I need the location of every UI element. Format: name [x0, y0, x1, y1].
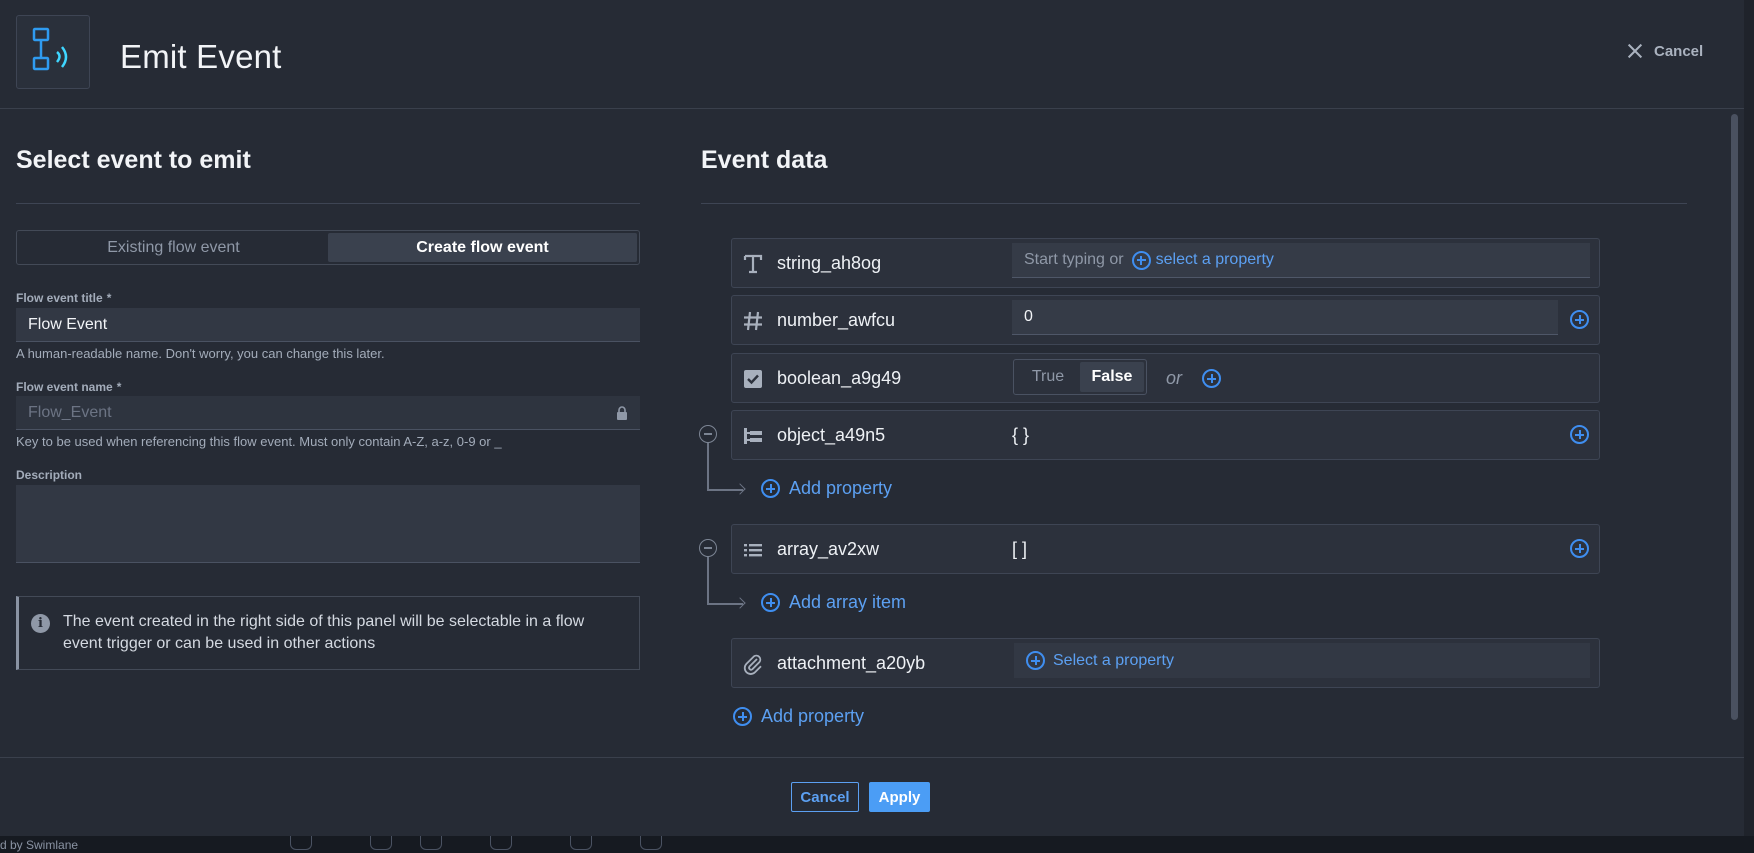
- description-label: Description: [16, 468, 83, 482]
- row-name: string_ah8og: [777, 253, 882, 273]
- required-mark: *: [106, 291, 112, 305]
- flow-event-title-label-text: Flow event title: [16, 291, 103, 305]
- number-value-input[interactable]: 0: [1012, 300, 1558, 335]
- select-property-link[interactable]: select a property: [1156, 251, 1274, 269]
- select-property-link[interactable]: Select a property: [1053, 652, 1174, 670]
- object-tree-icon: [744, 428, 762, 444]
- select-event-title: Select event to emit: [16, 146, 251, 174]
- background-app-strip: d by Swimlane: [0, 836, 1754, 853]
- object-value: { }: [1012, 425, 1030, 445]
- tree-arrow: [734, 597, 746, 609]
- false-option[interactable]: False: [1080, 362, 1144, 392]
- row-name: object_a49n5: [777, 425, 886, 445]
- lock-icon: [617, 406, 627, 420]
- row-name: boolean_a9g49: [777, 368, 902, 388]
- flow-event-title-help: A human-readable name. Don't worry, you …: [16, 346, 385, 361]
- event-data-row-object: object_a49n5 { }: [731, 410, 1600, 460]
- event-data-row-boolean: boolean_a9g49 True False or: [731, 353, 1600, 403]
- flow-event-title-input[interactable]: Flow Event: [16, 308, 640, 342]
- paperclip-icon: [743, 654, 762, 675]
- collapse-object-icon[interactable]: [699, 425, 717, 443]
- event-data-row-array: array_av2xw [ ]: [731, 524, 1600, 574]
- header-cancel-button[interactable]: Cancel: [1626, 42, 1703, 60]
- list-icon: [744, 544, 762, 557]
- add-circle-icon[interactable]: [1570, 425, 1589, 444]
- add-circle-icon: [1131, 250, 1151, 270]
- emit-event-modal: Emit Event Cancel Select event to emit E…: [0, 0, 1744, 836]
- info-callout: i The event created in the right side of…: [16, 596, 640, 670]
- tree-arrow: [734, 483, 746, 495]
- add-circle-icon[interactable]: [1570, 539, 1589, 558]
- event-mode-tabs: Existing flow event Create flow event: [16, 230, 640, 265]
- add-circle-icon[interactable]: [1570, 310, 1589, 329]
- checkbox-icon: [744, 370, 762, 388]
- flow-event-name-value: Flow_Event: [28, 403, 112, 421]
- or-label: or: [1166, 368, 1183, 388]
- array-value: [ ]: [1012, 539, 1028, 559]
- collapse-array-icon[interactable]: [699, 539, 717, 557]
- row-name: number_awfcu: [777, 310, 896, 330]
- flow-event-name-help: Key to be used when referencing this flo…: [16, 434, 502, 449]
- add-circle-icon: [1026, 651, 1045, 670]
- flow-event-name-label-text: Flow event name: [16, 380, 113, 394]
- add-circle-icon: [761, 479, 780, 498]
- apply-button[interactable]: Apply: [869, 782, 930, 812]
- info-icon: i: [31, 614, 50, 633]
- add-object-property-label: Add property: [789, 478, 893, 498]
- flow-event-broadcast-icon: [16, 15, 90, 89]
- string-value-input[interactable]: Start typing or select a property: [1012, 243, 1590, 278]
- boolean-toggle: True False: [1013, 359, 1147, 395]
- background-footer-text: d by Swimlane: [0, 838, 79, 852]
- tab-create-flow-event[interactable]: Create flow event: [328, 233, 637, 262]
- add-array-item-link[interactable]: Add array item: [761, 592, 906, 613]
- close-icon: [1626, 42, 1644, 60]
- modal-edge: [1744, 0, 1754, 836]
- header-cancel-label: Cancel: [1654, 42, 1704, 60]
- add-circle-icon: [761, 593, 780, 612]
- add-object-property-link[interactable]: Add property: [761, 478, 892, 499]
- event-data-title: Event data: [701, 146, 828, 174]
- text-type-icon: [743, 254, 763, 274]
- add-circle-icon: [733, 707, 752, 726]
- add-circle-icon[interactable]: [1202, 369, 1221, 388]
- background-toolbar: [290, 836, 690, 853]
- row-name: array_av2xw: [777, 539, 880, 559]
- right-divider: [701, 203, 1687, 204]
- flow-event-name-input: Flow_Event: [16, 396, 640, 430]
- row-name: attachment_a20yb: [777, 653, 926, 673]
- cancel-button[interactable]: Cancel: [791, 782, 859, 812]
- required-mark: *: [116, 380, 122, 394]
- add-property-label: Add property: [761, 706, 865, 726]
- flow-event-title-label: Flow event title *: [16, 291, 111, 305]
- string-placeholder: Start typing or: [1024, 251, 1124, 268]
- hash-icon: [744, 311, 762, 331]
- attachment-select-property[interactable]: Select a property: [1014, 643, 1590, 678]
- event-data-row-attachment: attachment_a20yb Select a property: [731, 638, 1600, 688]
- add-property-link[interactable]: Add property: [733, 706, 864, 727]
- info-text: The event created in the right side of t…: [63, 613, 585, 652]
- event-data-row-number: number_awfcu 0: [731, 295, 1600, 345]
- left-divider: [16, 203, 640, 204]
- event-data-row-string: string_ah8og Start typing or select a pr…: [731, 238, 1600, 288]
- tree-connector: [707, 557, 709, 604]
- modal-scrollbar[interactable]: [1731, 114, 1738, 720]
- description-textarea[interactable]: [16, 485, 640, 563]
- tree-connector: [707, 443, 709, 490]
- true-option[interactable]: True: [1016, 362, 1080, 392]
- add-array-item-label: Add array item: [789, 592, 907, 612]
- page-title: Emit Event: [120, 38, 282, 75]
- modal-header: Emit Event Cancel: [0, 0, 1744, 109]
- tab-existing-flow-event[interactable]: Existing flow event: [19, 233, 328, 262]
- flow-event-name-label: Flow event name *: [16, 380, 121, 394]
